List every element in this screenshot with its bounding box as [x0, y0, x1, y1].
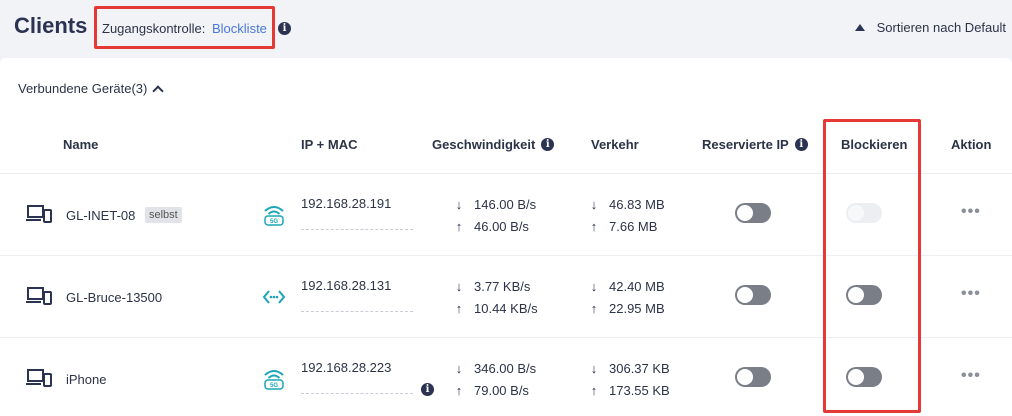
traffic-down: ↓ 306.37 KB	[587, 361, 670, 376]
access-control-label: Zugangskontrolle:	[102, 21, 206, 36]
traffic-down: ↓ 42.40 MB	[587, 279, 665, 294]
connected-devices-toggle[interactable]: Verbundene Geräte(3)	[18, 81, 165, 97]
arrow-up-icon: ↑	[590, 301, 598, 316]
self-badge: selbst	[145, 207, 182, 223]
mac-address-placeholder	[301, 311, 413, 312]
more-actions-icon[interactable]: •••	[961, 367, 981, 385]
speed-up: ↑ 79.00 B/s	[452, 383, 529, 398]
ip-address: 192.168.28.131	[301, 278, 392, 293]
reserved-ip-toggle[interactable]	[735, 285, 771, 305]
more-actions-icon[interactable]: •••	[961, 203, 981, 221]
connected-devices-title: Verbundene Geräte(3)	[18, 81, 148, 96]
device-icon	[26, 369, 52, 387]
arrow-up-icon: ↑	[455, 301, 463, 316]
device-name: GL-Bruce-13500	[66, 290, 163, 305]
reserved-ip-toggle[interactable]	[735, 203, 771, 223]
speed-info-icon[interactable]: i	[541, 138, 555, 151]
traffic-up: ↑ 173.55 KB	[587, 383, 670, 398]
speed-down: ↓ 146.00 B/s	[452, 197, 536, 212]
arrow-up-icon: ↑	[590, 219, 598, 234]
ip-address: 192.168.28.191	[301, 196, 392, 211]
arrow-up-icon: ↑	[455, 219, 463, 234]
ip-address: 192.168.28.223	[301, 360, 392, 375]
column-header-speed: Geschwindigkeit i	[432, 137, 555, 152]
device-name: GL-INET-08	[66, 208, 136, 223]
access-info-icon[interactable]: i	[278, 22, 291, 35]
block-column-highlight	[823, 119, 921, 413]
svg-text:5G: 5G	[270, 219, 278, 225]
wifi-5g-icon: 5G	[264, 370, 284, 390]
device-name: iPhone	[66, 372, 107, 387]
sort-button[interactable]: Sortieren nach Default	[854, 20, 1006, 35]
column-header-action: Aktion	[951, 137, 992, 152]
device-icon	[26, 287, 52, 305]
wifi-5g-icon: 5G	[264, 206, 284, 226]
traffic-down: ↓ 46.83 MB	[587, 197, 665, 212]
speed-up: ↑ 46.00 B/s	[452, 219, 529, 234]
mac-address-placeholder	[301, 393, 413, 394]
column-header-traffic: Verkehr	[591, 137, 639, 152]
speed-down: ↓ 3.77 KB/s	[452, 279, 531, 294]
traffic-up: ↑ 22.95 MB	[587, 301, 665, 316]
traffic-up: ↑ 7.66 MB	[587, 219, 658, 234]
mac-info-icon[interactable]: i	[421, 383, 434, 396]
more-actions-icon[interactable]: •••	[961, 285, 981, 303]
sort-arrow-icon	[854, 24, 865, 31]
reserved-ip-info-icon[interactable]: i	[794, 138, 808, 151]
device-icon	[26, 205, 52, 223]
arrow-down-icon: ↓	[590, 197, 598, 212]
speed-up: ↑ 10.44 KB/s	[452, 301, 538, 316]
arrow-down-icon: ↓	[455, 361, 463, 376]
column-header-reserved-ip: Reservierte IP i	[702, 137, 808, 152]
page-header: Clients Zugangskontrolle: Blockliste i S…	[0, 0, 1012, 58]
sort-label: Sortieren nach Default	[876, 20, 1006, 35]
arrow-down-icon: ↓	[455, 197, 463, 212]
column-header-ip-mac: IP + MAC	[301, 137, 358, 152]
speed-down: ↓ 346.00 B/s	[452, 361, 536, 376]
arrow-down-icon: ↓	[590, 279, 598, 294]
arrow-down-icon: ↓	[590, 361, 598, 376]
reserved-ip-toggle[interactable]	[735, 367, 771, 387]
arrow-down-icon: ↓	[455, 279, 463, 294]
arrow-up-icon: ↑	[590, 383, 598, 398]
svg-text:5G: 5G	[270, 383, 278, 389]
mac-address-placeholder	[301, 229, 413, 230]
column-header-name: Name	[63, 137, 99, 152]
ethernet-icon	[262, 290, 286, 304]
access-control-link[interactable]: Blockliste	[212, 21, 267, 36]
page-title: Clients	[14, 13, 88, 38]
arrow-up-icon: ↑	[455, 383, 463, 398]
chevron-up-icon	[152, 84, 165, 97]
